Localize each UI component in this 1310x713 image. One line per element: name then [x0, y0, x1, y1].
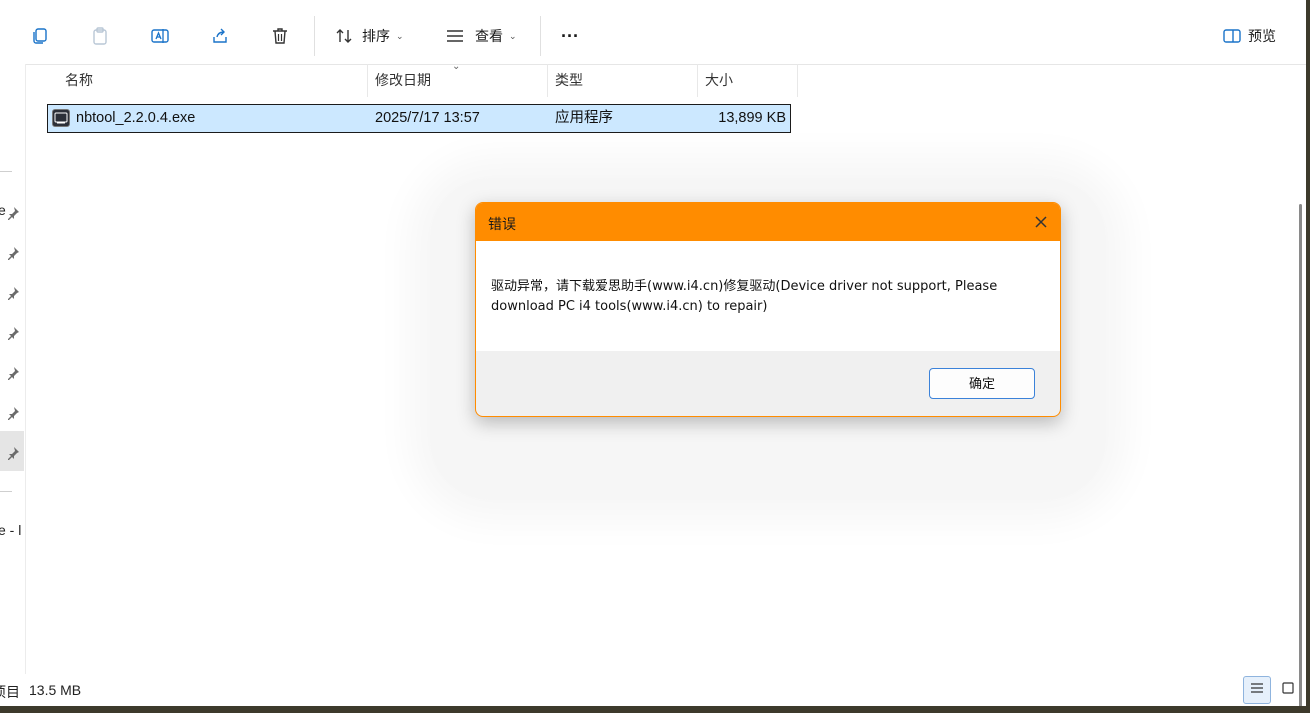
tiles-view-icon — [1281, 681, 1295, 700]
dialog-body: 驱动异常，请下载爱思助手(www.i4.cn)修复驱动(Device drive… — [476, 241, 1060, 351]
nav-item-partial-label[interactable]: e - l — [0, 522, 21, 538]
dialog-message: 驱动异常，请下载爱思助手(www.i4.cn)修复驱动(Device drive… — [491, 279, 998, 314]
preview-pane-button[interactable]: 预览 — [1220, 20, 1276, 52]
file-explorer-window: 排序 ⌄ 查看 ⌄ ··· 预览 e e - l 名称 ⌄ 修改日期 类型 大小… — [0, 0, 1306, 706]
ok-button[interactable]: 确定 — [929, 368, 1035, 399]
more-icon: ··· — [561, 25, 579, 46]
details-view-icon — [1250, 681, 1264, 700]
file-type: 应用程序 — [555, 110, 613, 126]
paste-icon — [88, 24, 112, 48]
rename-icon — [148, 24, 172, 48]
pin-icon[interactable] — [6, 206, 20, 220]
sort-button[interactable]: 排序 ⌄ — [332, 20, 404, 52]
scrollbar-thumb[interactable] — [1299, 204, 1302, 706]
file-modified: 2025/7/17 13:57 — [375, 110, 480, 126]
exe-file-icon — [52, 109, 70, 127]
chevron-down-icon: ⌄ — [396, 30, 404, 41]
column-divider[interactable] — [367, 64, 368, 97]
error-dialog: 错误 驱动异常，请下载爱思助手(www.i4.cn)修复驱动(Device dr… — [475, 202, 1061, 417]
command-bar: 排序 ⌄ 查看 ⌄ ··· 预览 — [0, 0, 1306, 65]
details-view-button[interactable] — [1243, 676, 1271, 704]
rename-button[interactable] — [148, 20, 172, 52]
share-icon — [208, 24, 232, 48]
delete-button[interactable] — [268, 20, 292, 52]
column-modified[interactable]: 修改日期 — [375, 64, 431, 97]
scrollbar[interactable] — [1292, 64, 1302, 706]
nav-divider — [0, 491, 12, 492]
file-row[interactable]: nbtool_2.2.0.4.exe 2025/7/17 13:57 应用程序 … — [47, 104, 791, 133]
view-list-icon — [443, 24, 467, 48]
status-selection-size: 13.5 MB — [29, 682, 82, 698]
view-button[interactable]: 查看 ⌄ — [443, 20, 517, 52]
view-label: 查看 — [475, 28, 503, 44]
column-name[interactable]: 名称 — [65, 64, 93, 97]
file-size: 13,899 KB — [718, 110, 786, 126]
more-options-button[interactable]: ··· — [561, 20, 579, 52]
column-type[interactable]: 类型 — [555, 64, 583, 97]
tiles-view-button[interactable] — [1274, 676, 1302, 704]
column-size[interactable]: 大小 — [705, 64, 733, 97]
dialog-title-bar[interactable]: 错误 — [476, 203, 1060, 241]
status-bar: 项目 13.5 MB — [0, 676, 1306, 706]
status-selection-label: 项目 — [0, 684, 20, 700]
chevron-down-icon: ⌄ — [509, 30, 517, 41]
trash-icon — [268, 24, 292, 48]
sort-label: 排序 — [362, 28, 390, 44]
pin-icon[interactable] — [6, 446, 20, 460]
pin-icon[interactable] — [6, 246, 20, 260]
pin-icon[interactable] — [6, 366, 20, 380]
file-name: nbtool_2.2.0.4.exe — [76, 110, 196, 126]
column-divider[interactable] — [797, 64, 798, 97]
sort-icon — [332, 24, 356, 48]
dialog-title: 错误 — [488, 216, 516, 232]
copy-button[interactable] — [28, 20, 52, 52]
pin-icon[interactable] — [6, 406, 20, 420]
pin-icon[interactable] — [6, 326, 20, 340]
copy-icon — [28, 24, 52, 48]
close-icon[interactable] — [1030, 211, 1052, 233]
column-header: 名称 ⌄ 修改日期 类型 大小 — [47, 61, 807, 97]
preview-pane-icon — [1220, 24, 1244, 48]
preview-label: 预览 — [1248, 28, 1276, 44]
column-divider[interactable] — [547, 64, 548, 97]
paste-button[interactable] — [88, 20, 112, 52]
nav-item-partial-label[interactable]: e — [0, 202, 6, 218]
nav-divider — [0, 171, 12, 172]
column-divider[interactable] — [697, 64, 698, 97]
pin-icon[interactable] — [6, 286, 20, 300]
toolbar-divider — [314, 16, 315, 56]
share-button[interactable] — [208, 20, 232, 52]
toolbar-divider — [540, 16, 541, 56]
sort-caret-icon: ⌄ — [452, 61, 461, 72]
navigation-pane: e e - l — [0, 64, 26, 674]
